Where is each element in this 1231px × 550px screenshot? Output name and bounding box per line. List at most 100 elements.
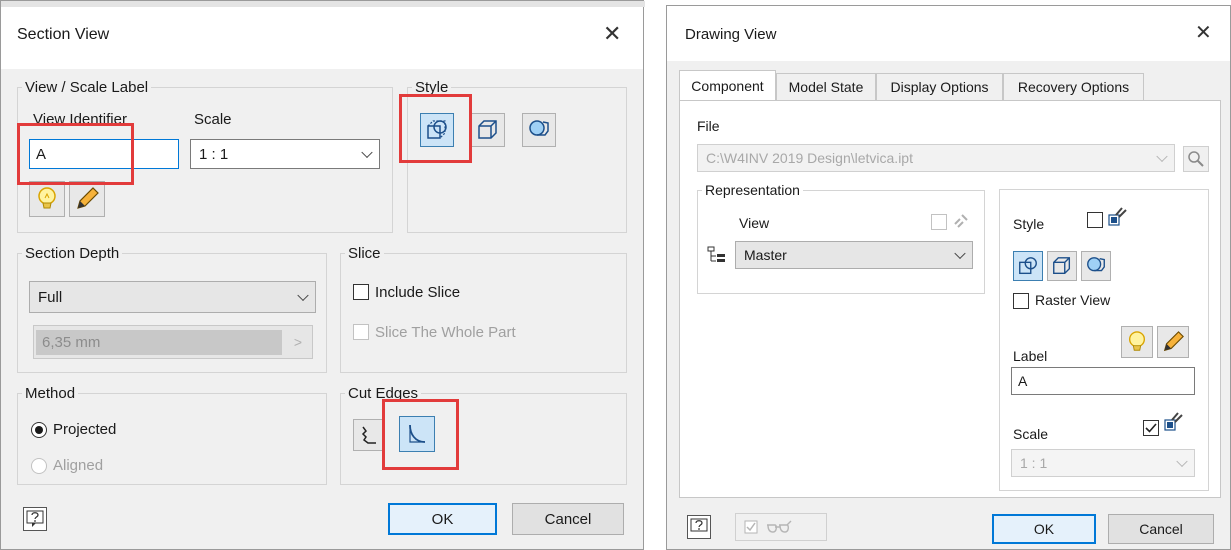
aligned-radio[interactable] [31, 458, 47, 474]
scale-from-base-icon [1164, 412, 1183, 431]
dialog-title: Drawing View [685, 26, 777, 43]
shaded-icon [529, 120, 549, 136]
scale-value: 1 : 1 [1020, 455, 1048, 471]
section-depth-dropdown[interactable]: Full [29, 281, 316, 313]
browse-file-button[interactable] [1183, 146, 1209, 172]
associative-link-icon [954, 214, 968, 228]
group-legend: View / Scale Label [25, 79, 149, 96]
lightbulb-icon [38, 187, 56, 209]
scale-value: 1 : 1 [199, 145, 229, 163]
scale-label: Scale [194, 111, 232, 128]
close-icon[interactable]: ✕ [1195, 23, 1212, 43]
label-value: A [1018, 373, 1028, 389]
pencil-icon [1163, 331, 1184, 352]
ok-button[interactable]: OK [992, 514, 1096, 544]
dialog-title: Section View [17, 26, 110, 43]
file-path-dropdown[interactable]: C:\W4INV 2019 Design\letvica.ipt [697, 144, 1175, 172]
representation-group: Representation [697, 182, 985, 294]
include-slice-checkbox[interactable] [353, 284, 369, 300]
close-icon[interactable]: ✕ [603, 23, 621, 45]
style-hidden-lines-button[interactable] [1013, 251, 1043, 281]
label-label: Label [1013, 348, 1048, 364]
style-group: Style [407, 79, 627, 233]
lightbulb-button[interactable] [29, 181, 65, 217]
help-icon [690, 518, 708, 532]
cut-edges-smooth-button[interactable] [399, 416, 435, 452]
style-from-base-icon [1108, 207, 1127, 226]
chevron-down-icon [1156, 150, 1168, 163]
tab-display-options[interactable]: Display Options [876, 73, 1003, 100]
method-legend: Method [25, 385, 76, 402]
style-hidden-lines-button[interactable] [420, 113, 454, 147]
drawing-view-dialog: Drawing View ✕ Component Model State Dis… [666, 5, 1231, 550]
help-button[interactable] [23, 507, 47, 531]
chevron-down-icon [954, 247, 966, 260]
lightbulb-button[interactable] [1121, 326, 1153, 358]
slice-whole-part-checkbox[interactable] [353, 324, 369, 340]
style-label: Style [1013, 216, 1045, 232]
style-hidden-removed-button[interactable] [471, 113, 505, 147]
cancel-button[interactable]: Cancel [512, 503, 624, 535]
cut-edges-jagged-icon [361, 426, 376, 444]
pencil-button[interactable] [1157, 326, 1189, 358]
hidden-lines-icon [1019, 257, 1037, 275]
scale-from-base-checkbox[interactable] [1143, 420, 1159, 436]
style-from-base-checkbox[interactable] [1087, 212, 1103, 228]
hidden-lines-removed-icon [1053, 257, 1071, 275]
style-shaded-button[interactable] [522, 113, 556, 147]
pencil-button[interactable] [69, 181, 105, 217]
raster-view-label: Raster View [1035, 292, 1111, 308]
view-identifier-value: A [36, 145, 47, 163]
lightbulb-icon [1128, 331, 1146, 351]
depth-distance-input[interactable]: 6,35 mm > [33, 325, 313, 359]
tab-recovery-options[interactable]: Recovery Options [1003, 73, 1144, 100]
raster-view-checkbox[interactable] [1013, 293, 1029, 309]
style-hidden-removed-button[interactable] [1047, 251, 1077, 281]
representation-view-dropdown[interactable]: Master [735, 241, 973, 269]
chevron-right-icon: > [293, 334, 302, 350]
title-bar: Drawing View ✕ [667, 6, 1230, 61]
ok-button[interactable]: OK [388, 503, 497, 535]
view-identifier-input[interactable]: A [29, 139, 179, 169]
top-edge [1, 1, 645, 7]
label-input[interactable]: A [1011, 367, 1195, 395]
section-depth-value: Full [38, 288, 63, 306]
cut-edges-smooth-icon [409, 424, 426, 443]
aligned-label: Aligned [53, 457, 104, 474]
tab-component[interactable]: Component [679, 70, 776, 100]
chevron-down-icon [361, 146, 373, 159]
tab-model-state[interactable]: Model State [776, 73, 876, 100]
style-shaded-button[interactable] [1081, 251, 1111, 281]
help-icon [26, 510, 44, 527]
section-view-dialog: Section View ✕ View / Scale Label View I… [0, 0, 645, 550]
hidden-lines-removed-icon [478, 120, 497, 139]
cancel-button[interactable]: Cancel [1108, 514, 1214, 544]
preview-glasses-icon [744, 520, 792, 534]
cut-edges-legend: Cut Edges [348, 385, 419, 402]
help-button[interactable] [687, 515, 711, 539]
slice-legend: Slice [348, 245, 381, 262]
projected-radio[interactable] [31, 422, 47, 438]
cut-edges-jagged-button[interactable] [353, 419, 385, 451]
slice-whole-part-label: Slice The Whole Part [375, 324, 516, 341]
chevron-down-icon [1176, 455, 1188, 468]
file-path-value: C:\W4INV 2019 Design\letvica.ipt [706, 150, 913, 166]
scale-dropdown[interactable]: 1 : 1 [1011, 449, 1195, 477]
section-depth-legend: Section Depth [25, 245, 120, 262]
pencil-icon [77, 187, 99, 209]
check-icon [1145, 423, 1157, 433]
tab-strip: Component Model State Display Options Re… [679, 70, 1221, 100]
tree-representation-icon [707, 246, 725, 262]
representation-view-value: Master [744, 247, 787, 263]
magnifier-icon [1188, 151, 1204, 167]
representation-view-checkbox[interactable] [931, 214, 947, 230]
title-bar: Section View ✕ [1, 1, 645, 69]
view-identifier-label: View Identifier [33, 111, 127, 128]
include-slice-label: Include Slice [375, 284, 461, 301]
scale-dropdown[interactable]: 1 : 1 [190, 139, 380, 169]
view-preview-toggle[interactable] [735, 513, 827, 541]
hidden-lines-icon [427, 120, 447, 139]
file-label: File [697, 118, 720, 134]
projected-label: Projected [53, 421, 117, 438]
slice-group: Slice [340, 245, 627, 373]
